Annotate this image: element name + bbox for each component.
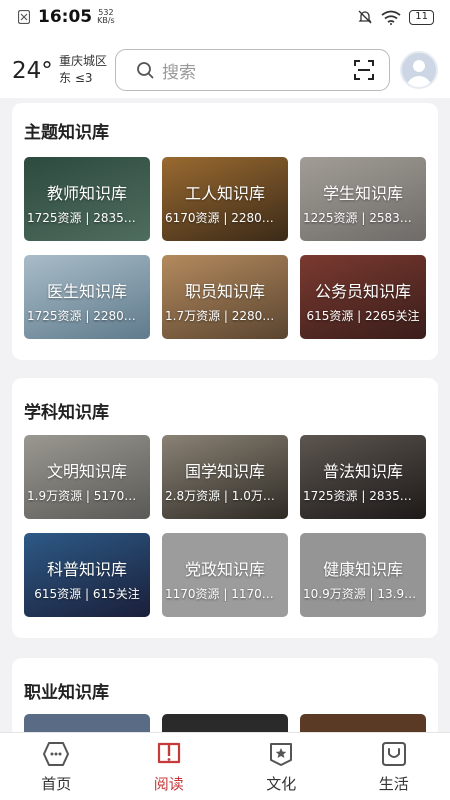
card-worker[interactable]: 工人知识库 6170资源 | 2280关注 xyxy=(162,157,288,241)
search-icon xyxy=(137,62,154,79)
avatar[interactable] xyxy=(400,51,438,89)
card-health[interactable]: 健康知识库 10.9万资源 | 13.9万关注 xyxy=(300,533,426,617)
section-title: 职业知识库 xyxy=(24,683,109,703)
search-bar[interactable]: 搜索 xyxy=(115,49,390,91)
home-icon xyxy=(43,742,70,766)
search-placeholder: 搜索 xyxy=(162,62,196,83)
status-bar: 16:05 532 KB/s 11 xyxy=(0,0,450,34)
card-staff[interactable]: 职员知识库 1.7万资源 | 2280关注 xyxy=(162,255,288,339)
book-icon xyxy=(157,742,180,764)
card-law[interactable]: 普法知识库 1725资源 | 2835关注 xyxy=(300,435,426,519)
card-stats: 2.8万资源 | 1.0万关注 xyxy=(165,489,285,503)
net-speed: 532 KB/s xyxy=(97,8,115,25)
nav-culture[interactable]: 文化 xyxy=(225,733,338,800)
card-stats: 1725资源 | 2280关注 xyxy=(27,309,147,323)
card-student[interactable]: 学生知识库 1225资源 | 2583关注 xyxy=(300,157,426,241)
nav-label: 阅读 xyxy=(153,775,184,793)
mute-bell-icon xyxy=(358,10,372,24)
card-name: 党政知识库 xyxy=(184,560,265,579)
weather-location: 重庆城区 东 ≤3 xyxy=(59,53,107,87)
card-stats: 1.7万资源 | 2280关注 xyxy=(165,309,285,323)
card-stats: 6170资源 | 2280关注 xyxy=(165,211,285,225)
card-stats: 10.9万资源 | 13.9万关注 xyxy=(303,587,423,601)
card-stats: 615资源 | 615关注 xyxy=(34,587,140,601)
status-time: 16:05 xyxy=(38,7,93,27)
card-name: 国学知识库 xyxy=(184,462,265,481)
header: 24° 重庆城区 东 ≤3 搜索 xyxy=(0,34,450,98)
card-stats: 1170资源 | 1170关注 xyxy=(165,587,285,601)
notification-app-icon xyxy=(18,10,30,24)
card-doctor[interactable]: 医生知识库 1725资源 | 2280关注 xyxy=(24,255,150,339)
life-icon xyxy=(381,742,406,766)
weather-wind: 东 ≤3 xyxy=(59,71,93,85)
wifi-icon xyxy=(381,10,401,25)
section-title: 学科知识库 xyxy=(24,403,109,423)
scan-icon[interactable] xyxy=(353,59,375,81)
nav-label: 生活 xyxy=(378,775,409,793)
nav-reading[interactable]: 阅读 xyxy=(113,733,226,800)
card-name: 工人知识库 xyxy=(184,184,265,203)
card-science[interactable]: 科普知识库 615资源 | 615关注 xyxy=(24,533,150,617)
nav-life[interactable]: 生活 xyxy=(338,733,450,800)
section-title: 主题知识库 xyxy=(24,123,109,143)
card-name: 学生知识库 xyxy=(322,184,403,203)
card-stats: 1725资源 | 2835关注 xyxy=(27,211,147,225)
card-name: 科普知识库 xyxy=(46,560,127,579)
card-name: 普法知识库 xyxy=(322,462,403,481)
card-sinology[interactable]: 国学知识库 2.8万资源 | 1.0万关注 xyxy=(162,435,288,519)
card-teacher[interactable]: 教师知识库 1725资源 | 2835关注 xyxy=(24,157,150,241)
card-civilization[interactable]: 文明知识库 1.9万资源 | 5170关注 xyxy=(24,435,150,519)
section-topic-knowledge: 主题知识库 教师知识库 1725资源 | 2835关注 工人知识库 6170资源… xyxy=(12,103,438,360)
weather-city: 重庆城区 xyxy=(59,54,108,68)
card-name: 教师知识库 xyxy=(46,184,127,203)
card-civil-servant[interactable]: 公务员知识库 615资源 | 2265关注 xyxy=(300,255,426,339)
card-stats: 1.9万资源 | 5170关注 xyxy=(27,489,147,503)
section-subject-knowledge: 学科知识库 文明知识库 1.9万资源 | 5170关注 国学知识库 2.8万资源… xyxy=(12,378,438,638)
weather-temperature: 24° xyxy=(12,58,53,84)
card-stats: 1725资源 | 2835关注 xyxy=(303,489,423,503)
culture-icon xyxy=(270,743,293,766)
nav-home[interactable]: 首页 xyxy=(0,733,113,800)
card-name: 文明知识库 xyxy=(46,462,127,481)
card-stats: 1225资源 | 2583关注 xyxy=(303,211,423,225)
section-career-knowledge: 职业知识库 xyxy=(12,658,438,798)
card-name: 职员知识库 xyxy=(184,282,265,301)
user-icon xyxy=(407,60,431,87)
card-name: 公务员知识库 xyxy=(314,282,411,301)
nav-label: 首页 xyxy=(41,775,72,793)
card-stats: 615资源 | 2265关注 xyxy=(306,309,420,323)
battery-indicator: 11 xyxy=(409,9,434,25)
card-name: 健康知识库 xyxy=(322,560,403,579)
card-name: 医生知识库 xyxy=(46,282,127,301)
card-party-politics[interactable]: 党政知识库 1170资源 | 1170关注 xyxy=(162,533,288,617)
nav-label: 文化 xyxy=(266,775,297,793)
bottom-nav: 首页 阅读 文化 生活 xyxy=(0,732,450,800)
